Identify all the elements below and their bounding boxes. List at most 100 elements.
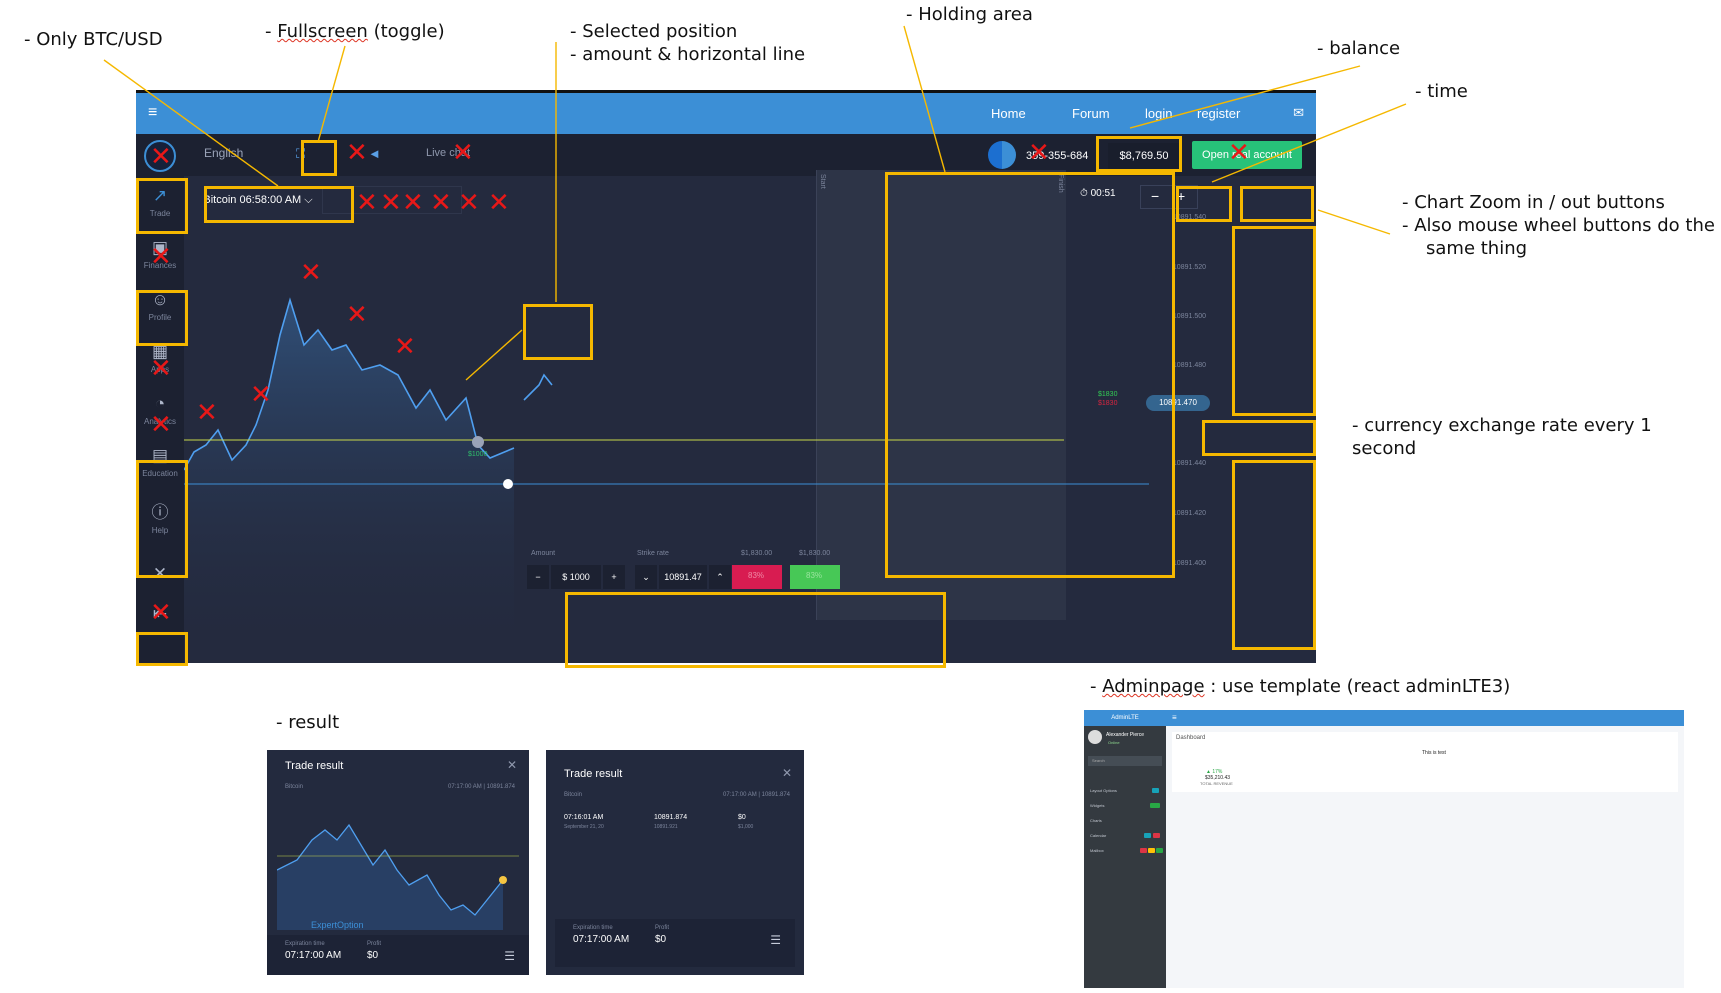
annotation-holding-area: - Holding area — [906, 4, 1033, 25]
sidebar-item-analytics[interactable]: ◔ Analytics — [136, 394, 184, 426]
menu-icon[interactable]: ≡ — [148, 104, 157, 122]
call-button[interactable]: 83% — [790, 565, 840, 589]
annotation-selected-position-2: - amount & horizontal line — [570, 44, 806, 65]
admin-status: Online — [1108, 740, 1120, 745]
sidebar-item-extra[interactable]: ✕ — [136, 564, 184, 587]
gain-label: $1830 — [1098, 391, 1118, 398]
annotation-selected-position-1: - Selected position — [570, 21, 738, 42]
profit-value: $0 — [367, 950, 379, 961]
put-payout: $1,830.00 — [741, 550, 773, 557]
language-selector[interactable]: English — [204, 146, 243, 160]
admin-search-input[interactable]: Search — [1088, 756, 1162, 766]
admin-menu-item[interactable]: Calendar — [1090, 833, 1106, 838]
badge — [1148, 848, 1155, 853]
sidebar-item-finances[interactable]: ▣ Finances — [136, 238, 184, 270]
list-icon[interactable]: ☰ — [770, 933, 781, 947]
price-tick: 10891.420 — [1172, 510, 1206, 517]
annotation-zoom-1: - Chart Zoom in / out buttons — [1402, 192, 1665, 213]
mail-icon[interactable]: ✉ — [1293, 105, 1304, 121]
logo[interactable] — [144, 140, 176, 172]
annotation-rate-2: second — [1352, 438, 1417, 459]
admin-brand[interactable]: AdminLTE — [1084, 710, 1166, 726]
price-tick: 10891.540 — [1172, 214, 1206, 221]
strike-up-button[interactable]: ⌃ — [709, 565, 731, 589]
admin-menu-item[interactable]: Layout Options — [1090, 788, 1117, 793]
apps-icon: ▦ — [151, 342, 169, 361]
fullscreen-icon[interactable]: ⛶ — [296, 146, 305, 162]
holding-start-label: Start — [819, 174, 826, 189]
favorite-assets-strip[interactable] — [322, 186, 462, 214]
sidebar-item-trade[interactable]: ↗ Trade — [136, 186, 184, 218]
avatar[interactable] — [988, 141, 1016, 169]
strike-down-button[interactable]: ⌄ — [635, 565, 657, 589]
annotation-time: - time — [1415, 81, 1468, 102]
badge — [1152, 788, 1159, 793]
sound-icon[interactable]: ◄ — [368, 146, 381, 161]
chevron-down-icon: ⌵ — [304, 194, 313, 206]
sidebar-item-education[interactable]: ▤ Education — [136, 446, 184, 478]
test-text: This is test — [1422, 750, 1446, 756]
price-tick: 10891.480 — [1172, 362, 1206, 369]
result-asset: Bitcoin — [285, 784, 304, 790]
finances-icon: ▣ — [151, 238, 169, 257]
admin-menu-item[interactable]: Widgets — [1090, 803, 1104, 808]
asset-label: Bitcoin 06:58:00 AM — [203, 194, 302, 206]
price-line-tail — [523, 373, 553, 401]
annotation-adminpage: - Adminpage : use template (react adminL… — [1090, 676, 1511, 697]
badge — [1156, 848, 1163, 853]
live-chat-link[interactable]: Live chat — [426, 147, 470, 159]
deal-panel: Amount − $ 1000 + Strike rate ⌄ 10891.47… — [519, 540, 854, 600]
close-icon: ✕ — [152, 564, 168, 583]
result-title: Trade result — [285, 760, 344, 772]
sidebar-item-help[interactable]: ⓘ Help — [136, 498, 184, 535]
amount-minus-button[interactable]: − — [527, 565, 549, 589]
open-date: September 21, 20 — [564, 824, 604, 830]
zoom-in-button[interactable]: + — [1177, 188, 1185, 204]
countdown-timer: ⏱ 00:51 — [1080, 188, 1116, 199]
price-area — [184, 300, 514, 663]
admin-menu-item[interactable]: Mailbox — [1090, 848, 1104, 853]
open-time: 07:16:01 AM — [564, 814, 604, 821]
result-amount: $0 — [738, 814, 746, 821]
admin-menu-item[interactable]: Charts — [1090, 818, 1102, 823]
logout-icon: ⇤ — [152, 604, 168, 623]
result-asset: Bitcoin — [564, 792, 583, 798]
put-button[interactable]: 83% — [732, 565, 782, 589]
sidebar: ↗ Trade ▣ Finances ☺ Profile ▦ Apps ◔ Analyti… — [136, 176, 184, 663]
badge — [1150, 803, 1160, 808]
amount-plus-button[interactable]: + — [603, 565, 625, 589]
badge — [1153, 833, 1160, 838]
expiration-value: 07:17:00 AM — [573, 934, 630, 945]
trading-app: ≡ Home Forum login register ✉ English ⛶ … — [136, 90, 1316, 663]
nav-home[interactable]: Home — [991, 106, 1026, 121]
open-real-account-button[interactable]: Open real account — [1192, 141, 1302, 169]
list-icon[interactable]: ☰ — [504, 949, 515, 963]
sidebar-item-profile[interactable]: ☺ Profile — [136, 290, 184, 322]
zoom-out-button[interactable]: − — [1151, 188, 1159, 204]
nav-login[interactable]: login — [1145, 106, 1172, 121]
amount-input[interactable]: $ 1000 — [551, 565, 601, 589]
sidebar-item-apps[interactable]: ▦ Apps — [136, 342, 184, 374]
trade-result-panel-chart: Trade result ✕ Bitcoin 07:17:00 AM | 108… — [267, 750, 529, 975]
price-tick: 10891.440 — [1172, 460, 1206, 467]
current-price-badge: 10891.470 — [1146, 395, 1210, 411]
close-rate: 10891.921 — [654, 824, 678, 830]
close-icon[interactable]: ✕ — [782, 766, 792, 780]
balance-display[interactable]: $8,769.50 — [1108, 143, 1180, 169]
sidebar-item-logout[interactable]: ⇤ — [136, 604, 184, 627]
annotation-zoom-2: - Also mouse wheel buttons do the — [1402, 215, 1715, 236]
strike-rate-label: Strike rate — [637, 550, 669, 557]
result-footer: Expiration time 07:17:00 AM Profit $0 ☰ — [267, 935, 529, 975]
amount-label: Amount — [531, 550, 556, 557]
expiration-value: 07:17:00 AM — [285, 950, 342, 961]
holding-finish-label: Finish — [1057, 174, 1064, 193]
admin-dashboard-card: Dashboard This is test ▲ 17% $35,210.43 … — [1172, 732, 1678, 792]
analytics-icon: ◔ — [154, 394, 166, 413]
nav-forum[interactable]: Forum — [1072, 106, 1110, 121]
result-title: Trade result — [564, 768, 623, 780]
call-payout: $1,830.00 — [799, 550, 831, 557]
close-icon[interactable]: ✕ — [507, 758, 517, 772]
strike-rate-input[interactable]: 10891.47 — [659, 565, 707, 589]
asset-selector[interactable]: Bitcoin 06:58:00 AM ⌵ — [202, 186, 314, 214]
nav-register[interactable]: register — [1197, 106, 1240, 121]
